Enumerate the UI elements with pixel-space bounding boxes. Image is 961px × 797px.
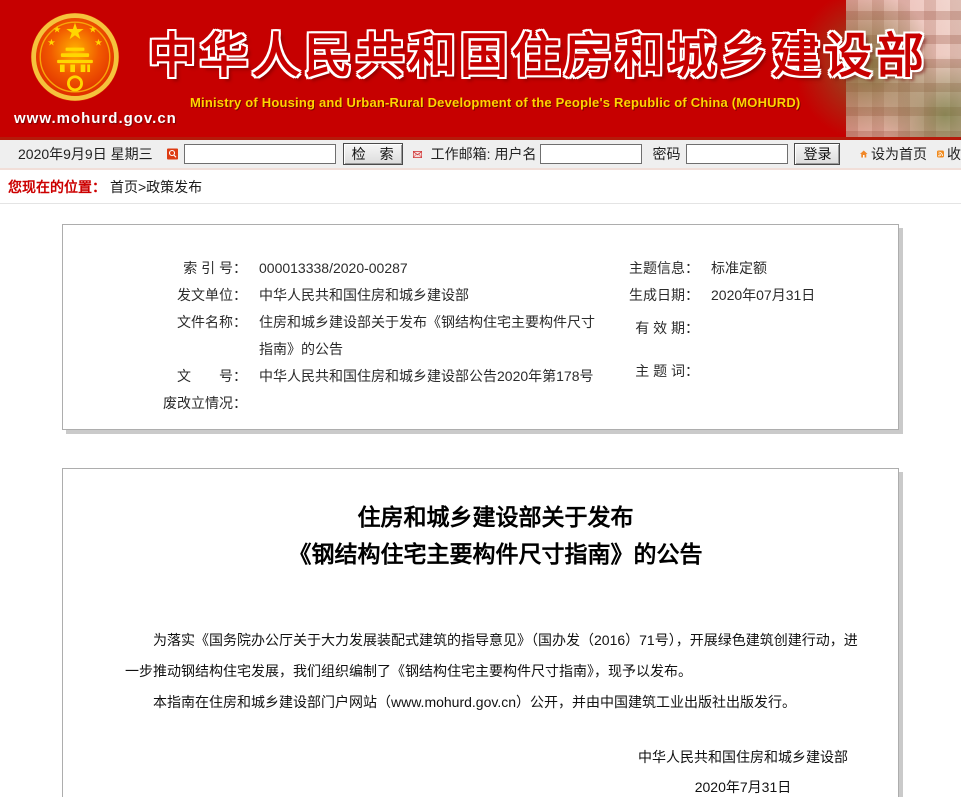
site-banner: ★ ★ ★ ★ ★ www.mohurd.gov.cn 中华人民共和国住房和城乡… [0,0,961,140]
meta-label: 主题信息： [611,255,699,282]
announcement-title: 住房和城乡建设部关于发布 《钢结构住宅主要构件尺寸指南》的公告 [125,499,866,573]
meta-label: 有 效 期： [611,315,699,342]
signature-date: 2020年7月31日 [533,772,953,797]
svg-text:★: ★ [53,24,61,35]
svg-text:★: ★ [65,19,85,44]
meta-value: 住房和城乡建设部关于发布《钢结构住宅主要构件尺寸指南》的公告 [259,309,599,363]
signature-block: 中华人民共和国住房和城乡建设部 2020年7月31日 [533,742,953,797]
svg-text:★: ★ [47,37,55,48]
username-input[interactable] [540,144,642,164]
meta-label: 发文单位： [107,282,247,309]
search-input[interactable] [184,144,336,164]
rss-icon [937,147,944,161]
login-button[interactable]: 登录 [794,143,840,165]
meta-row-topic-info: 主题信息： 标准定额 [611,255,898,282]
meta-row-document-number: 文 号： 中华人民共和国住房和城乡建设部公告2020年第178号 [107,363,611,390]
mail-icon [413,148,422,161]
meta-row-generated-date: 生成日期： 2020年07月31日 [611,282,898,309]
breadcrumb: 您现在的位置： 首页>政策发布 [0,170,961,204]
announcement-title-line1: 住房和城乡建设部关于发布 [125,499,866,536]
meta-label: 索 引 号： [107,255,247,282]
meta-value: 标准定额 [711,255,767,282]
meta-value: 中华人民共和国住房和城乡建设部公告2020年第178号 [259,363,594,390]
national-emblem-icon: ★ ★ ★ ★ ★ [28,10,122,104]
favorite-link[interactable]: 收 [947,144,961,164]
meta-row-document-name: 文件名称： 住房和城乡建设部关于发布《钢结构住宅主要构件尺寸指南》的公告 [107,309,611,363]
current-date: 2020年9月9日 星期三 [18,144,153,164]
meta-label: 文件名称： [107,309,247,363]
svg-text:★: ★ [89,24,97,35]
meta-label: 主 题 词： [611,358,699,385]
meta-value: 2020年07月31日 [711,282,815,309]
metadata-left-column: 索 引 号： 000013338/2020-00287 发文单位： 中华人民共和… [63,255,611,429]
meta-value: 000013338/2020-00287 [259,255,408,282]
meta-row-validity-period: 有 效 期： [611,315,898,342]
site-url: www.mohurd.gov.cn [14,110,144,127]
password-input[interactable] [686,144,788,164]
meta-value: 中华人民共和国住房和城乡建设部 [259,282,469,309]
metadata-right-column: 主题信息： 标准定额 生成日期： 2020年07月31日 有 效 期： 主 题 … [611,255,898,429]
meta-row-repeal-status: 废改立情况： [107,390,611,417]
search-button[interactable]: 检 索 [343,143,403,165]
password-label: 密码 [652,144,680,164]
meta-row-issuing-unit: 发文单位： 中华人民共和国住房和城乡建设部 [107,282,611,309]
set-homepage-link[interactable]: 设为首页 [871,144,927,164]
search-icon [167,143,178,165]
meta-row-keywords: 主 题 词： [611,358,898,385]
announcement-panel: 住房和城乡建设部关于发布 《钢结构住宅主要构件尺寸指南》的公告 为落实《国务院办… [62,468,899,797]
meta-row-index-number: 索 引 号： 000013338/2020-00287 [107,255,611,282]
home-icon [860,147,868,161]
meta-label: 生成日期： [611,282,699,309]
site-title: 中华人民共和国住房和城乡建设部 [148,16,948,86]
top-toolbar: 2020年9月9日 星期三 检 索 工作邮箱: 用户名 密码 登录 设为首页 收 [0,140,961,170]
site-subtitle-english: Ministry of Housing and Urban-Rural Deve… [190,95,800,110]
work-mail-label: 工作邮箱: 用户名 [431,144,537,164]
meta-label: 文 号： [107,363,247,390]
svg-text:★: ★ [94,37,102,48]
signer-name: 中华人民共和国住房和城乡建设部 [533,742,953,772]
announcement-paragraph: 本指南在住房和城乡建设部门户网站（www.mohurd.gov.cn）公开，并由… [125,687,866,718]
breadcrumb-path[interactable]: 首页>政策发布 [110,177,202,197]
announcement-paragraph: 为落实《国务院办公厅关于大力发展装配式建筑的指导意见》（国办发（2016）71号… [125,625,866,687]
meta-label: 废改立情况： [107,390,247,417]
announcement-body: 为落实《国务院办公厅关于大力发展装配式建筑的指导意见》（国办发（2016）71号… [125,625,866,718]
breadcrumb-prefix: 您现在的位置： [8,177,106,197]
announcement-title-line2: 《钢结构住宅主要构件尺寸指南》的公告 [125,536,866,573]
document-metadata-panel: 索 引 号： 000013338/2020-00287 发文单位： 中华人民共和… [62,224,899,430]
